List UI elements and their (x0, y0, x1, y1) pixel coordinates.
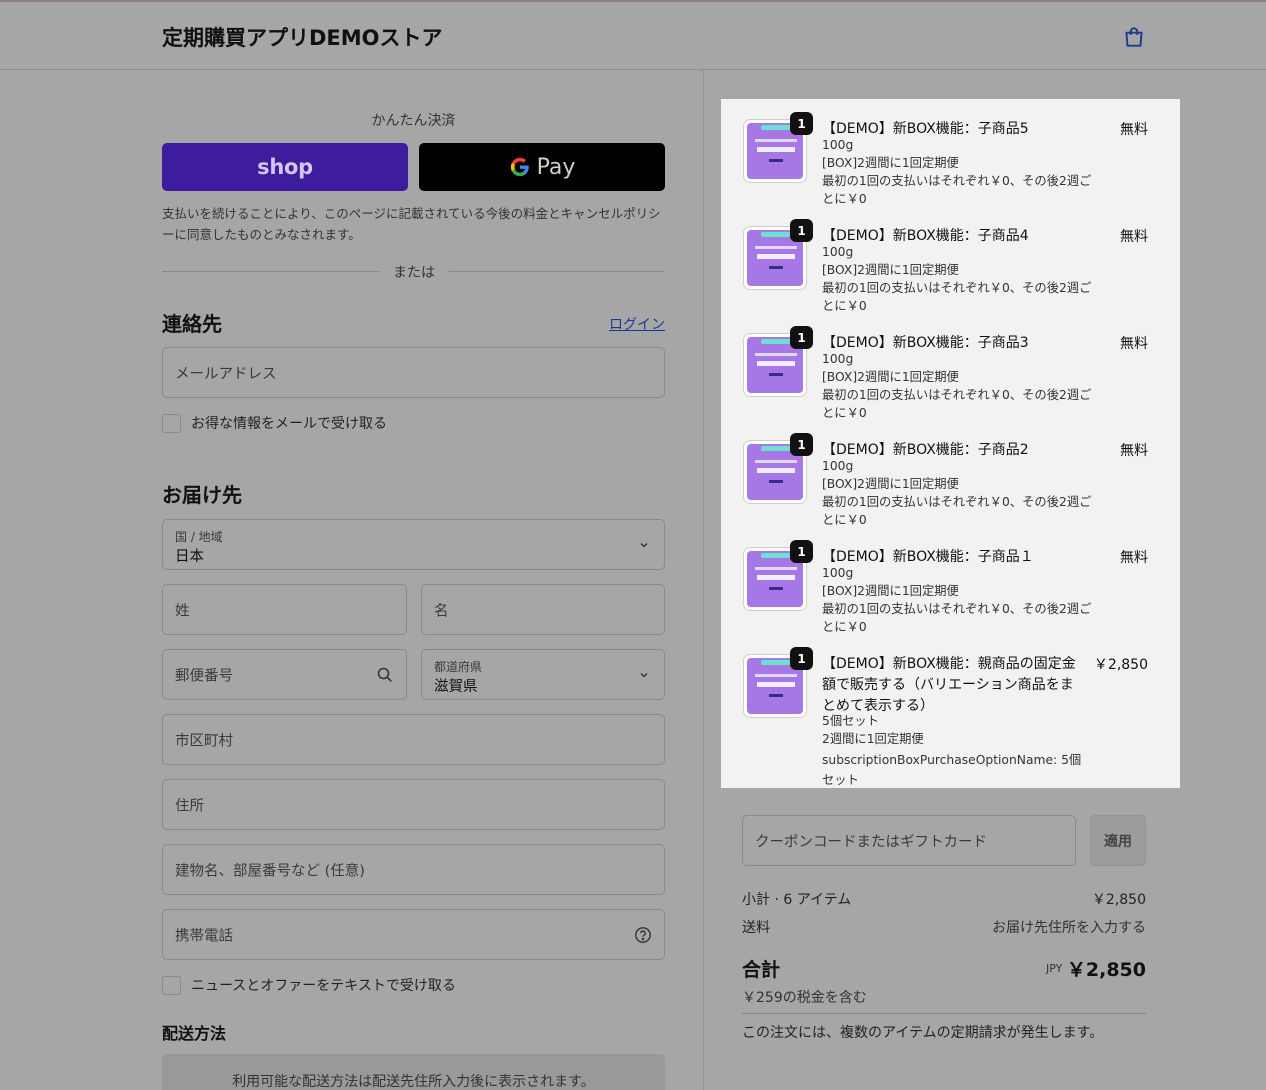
help-icon[interactable] (634, 926, 652, 944)
prefecture-label: 都道府県 (434, 660, 483, 674)
login-link[interactable]: ログイン (609, 314, 665, 334)
subtotal-row: 小計 · 6 アイテム ￥2,850 (742, 889, 1146, 909)
country-value: 日本 (175, 549, 204, 565)
item-price: 無料 (1120, 443, 1148, 459)
total-label: 合計 (742, 959, 781, 981)
total-currency: JPY (1046, 962, 1063, 975)
shipping-label: 送料 (742, 920, 770, 936)
item-plan: [BOX]2週間に1回定期便 (822, 156, 959, 170)
shopping-bag-icon[interactable] (1121, 24, 1147, 50)
item-plan: [BOX]2週間に1回定期便 (822, 477, 959, 491)
column-divider (703, 70, 704, 1090)
item-plan: 2週間に1回定期便 (822, 732, 924, 746)
or-divider: または (162, 262, 665, 282)
item-name: 【DEMO】新BOX機能：親商品の固定金額で販売する（バリエーション商品をまとめ… (822, 656, 1076, 714)
postal-code-field[interactable]: 郵便番号 (162, 649, 407, 700)
city-field[interactable]: 市区町村 (162, 714, 665, 765)
item-billing: 最初の1回の支払いはそれぞれ￥0、その後2週ごとに￥0 (822, 602, 1092, 634)
item-option: subscriptionBoxPurchaseOptionName: 5個セット (822, 753, 1082, 787)
quantity-badge: 1 (790, 540, 813, 563)
quantity-badge: 1 (790, 112, 813, 135)
item-price: 無料 (1120, 336, 1148, 352)
chevron-down-icon (640, 542, 648, 547)
address-placeholder: 住所 (175, 798, 204, 814)
city-placeholder: 市区町村 (175, 733, 233, 749)
quantity-badge: 1 (790, 219, 813, 242)
sms-option[interactable]: ニュースとオファーをテキストで受け取る (162, 975, 456, 995)
item-price: 無料 (1120, 229, 1148, 245)
email-field[interactable]: メールアドレス (162, 347, 665, 398)
item-variant: 100g (822, 245, 854, 259)
building-placeholder: 建物名、部屋番号など (任意) (175, 863, 365, 879)
subtotal-value: ￥2,850 (1091, 892, 1146, 908)
item-plan: [BOX]2週間に1回定期便 (822, 263, 959, 277)
item-variant: 100g (822, 459, 854, 473)
email-placeholder: メールアドレス (175, 366, 277, 382)
newsletter-option[interactable]: お得な情報をメールで受け取る (162, 413, 387, 433)
item-price: 無料 (1120, 122, 1148, 138)
coupon-placeholder: クーポンコードまたはギフトカード (755, 834, 987, 850)
quantity-badge: 1 (790, 647, 813, 670)
google-pay-button[interactable]: Pay (419, 143, 665, 191)
chevron-down-icon (640, 672, 648, 677)
tax-note: ￥259の税金を含む (742, 990, 867, 1006)
item-billing: 最初の1回の支払いはそれぞれ￥0、その後2週ごとに￥0 (822, 281, 1092, 313)
postal-code-placeholder: 郵便番号 (175, 668, 233, 684)
last-name-placeholder: 姓 (175, 603, 190, 619)
building-field[interactable]: 建物名、部屋番号など (任意) (162, 844, 665, 895)
item-variant: 100g (822, 352, 854, 366)
last-name-field[interactable]: 姓 (162, 584, 407, 635)
store-title[interactable]: 定期購買アプリDEMOストア (162, 22, 443, 52)
sms-checkbox[interactable] (162, 975, 181, 995)
shop-pay-button[interactable]: shop (162, 143, 408, 191)
coupon-input[interactable]: クーポンコードまたはギフトカード (742, 815, 1076, 866)
sms-label: ニュースとオファーをテキストで受け取る (191, 978, 456, 994)
phone-placeholder: 携帯電話 (175, 928, 233, 944)
apply-coupon-button[interactable]: 適用 (1090, 815, 1146, 866)
shipping-row: 送料 お届け先住所を入力する (742, 917, 1146, 937)
item-plan: [BOX]2週間に1回定期便 (822, 370, 959, 384)
prefecture-value: 滋賀県 (434, 679, 478, 695)
first-name-placeholder: 名 (434, 603, 449, 619)
country-label: 国 / 地域 (175, 530, 223, 544)
header: 定期購買アプリDEMOストア (0, 2, 1266, 70)
item-billing: 最初の1回の支払いはそれぞれ￥0、その後2週ごとに￥0 (822, 388, 1092, 420)
quantity-badge: 1 (790, 326, 813, 349)
item-variant: 100g (822, 138, 854, 152)
item-plan: [BOX]2週間に1回定期便 (822, 584, 959, 598)
express-checkout-label: かんたん決済 (371, 113, 456, 129)
shipping-method-heading: 配送方法 (162, 1024, 227, 1043)
contact-heading: 連絡先 (162, 312, 222, 336)
total-value: ￥2,850 (1066, 959, 1146, 981)
item-variant: 5個セット (822, 714, 880, 728)
prefecture-select[interactable]: 都道府県 滋賀県 (421, 649, 665, 700)
item-variant: 100g (822, 566, 854, 580)
country-select[interactable]: 国 / 地域 日本 (162, 519, 665, 570)
delivery-heading: お届け先 (162, 483, 242, 507)
shipping-method-note: 利用可能な配送方法は配送先住所入力後に表示されます。 (232, 1074, 595, 1090)
newsletter-checkbox[interactable] (162, 413, 181, 433)
order-items-panel[interactable]: 1 【DEMO】新BOX機能：子商品5 無料 100g [BOX]2週間に1回定… (721, 99, 1180, 788)
shipping-value: お届け先住所を入力する (992, 920, 1146, 936)
address-field[interactable]: 住所 (162, 779, 665, 830)
item-price: 無料 (1120, 550, 1148, 566)
or-text: または (393, 265, 435, 281)
payment-policy-text: 支払いを続けることにより、このページに記載されている今後の料金とキャンセルポリシ… (162, 206, 661, 242)
subtotal-label: 小計 · 6 アイテム (742, 892, 852, 908)
item-billing: 最初の1回の支払いはそれぞれ￥0、その後2週ごとに￥0 (822, 495, 1092, 527)
google-g-icon (510, 157, 529, 177)
search-icon[interactable] (376, 666, 394, 684)
google-pay-label: Pay (536, 154, 576, 180)
item-price: ￥2,850 (1093, 657, 1148, 673)
summary-divider (742, 1013, 1146, 1014)
newsletter-label: お得な情報をメールで受け取る (191, 416, 387, 432)
quantity-badge: 1 (790, 433, 813, 456)
shop-pay-logo: shop (257, 155, 313, 179)
subscription-note: この注文には、複数のアイテムの定期請求が発生します。 (742, 1025, 1104, 1041)
item-billing: 最初の1回の支払いはそれぞれ￥0、その後2週ごとに￥0 (822, 174, 1092, 206)
first-name-field[interactable]: 名 (421, 584, 665, 635)
phone-field[interactable]: 携帯電話 (162, 909, 665, 960)
